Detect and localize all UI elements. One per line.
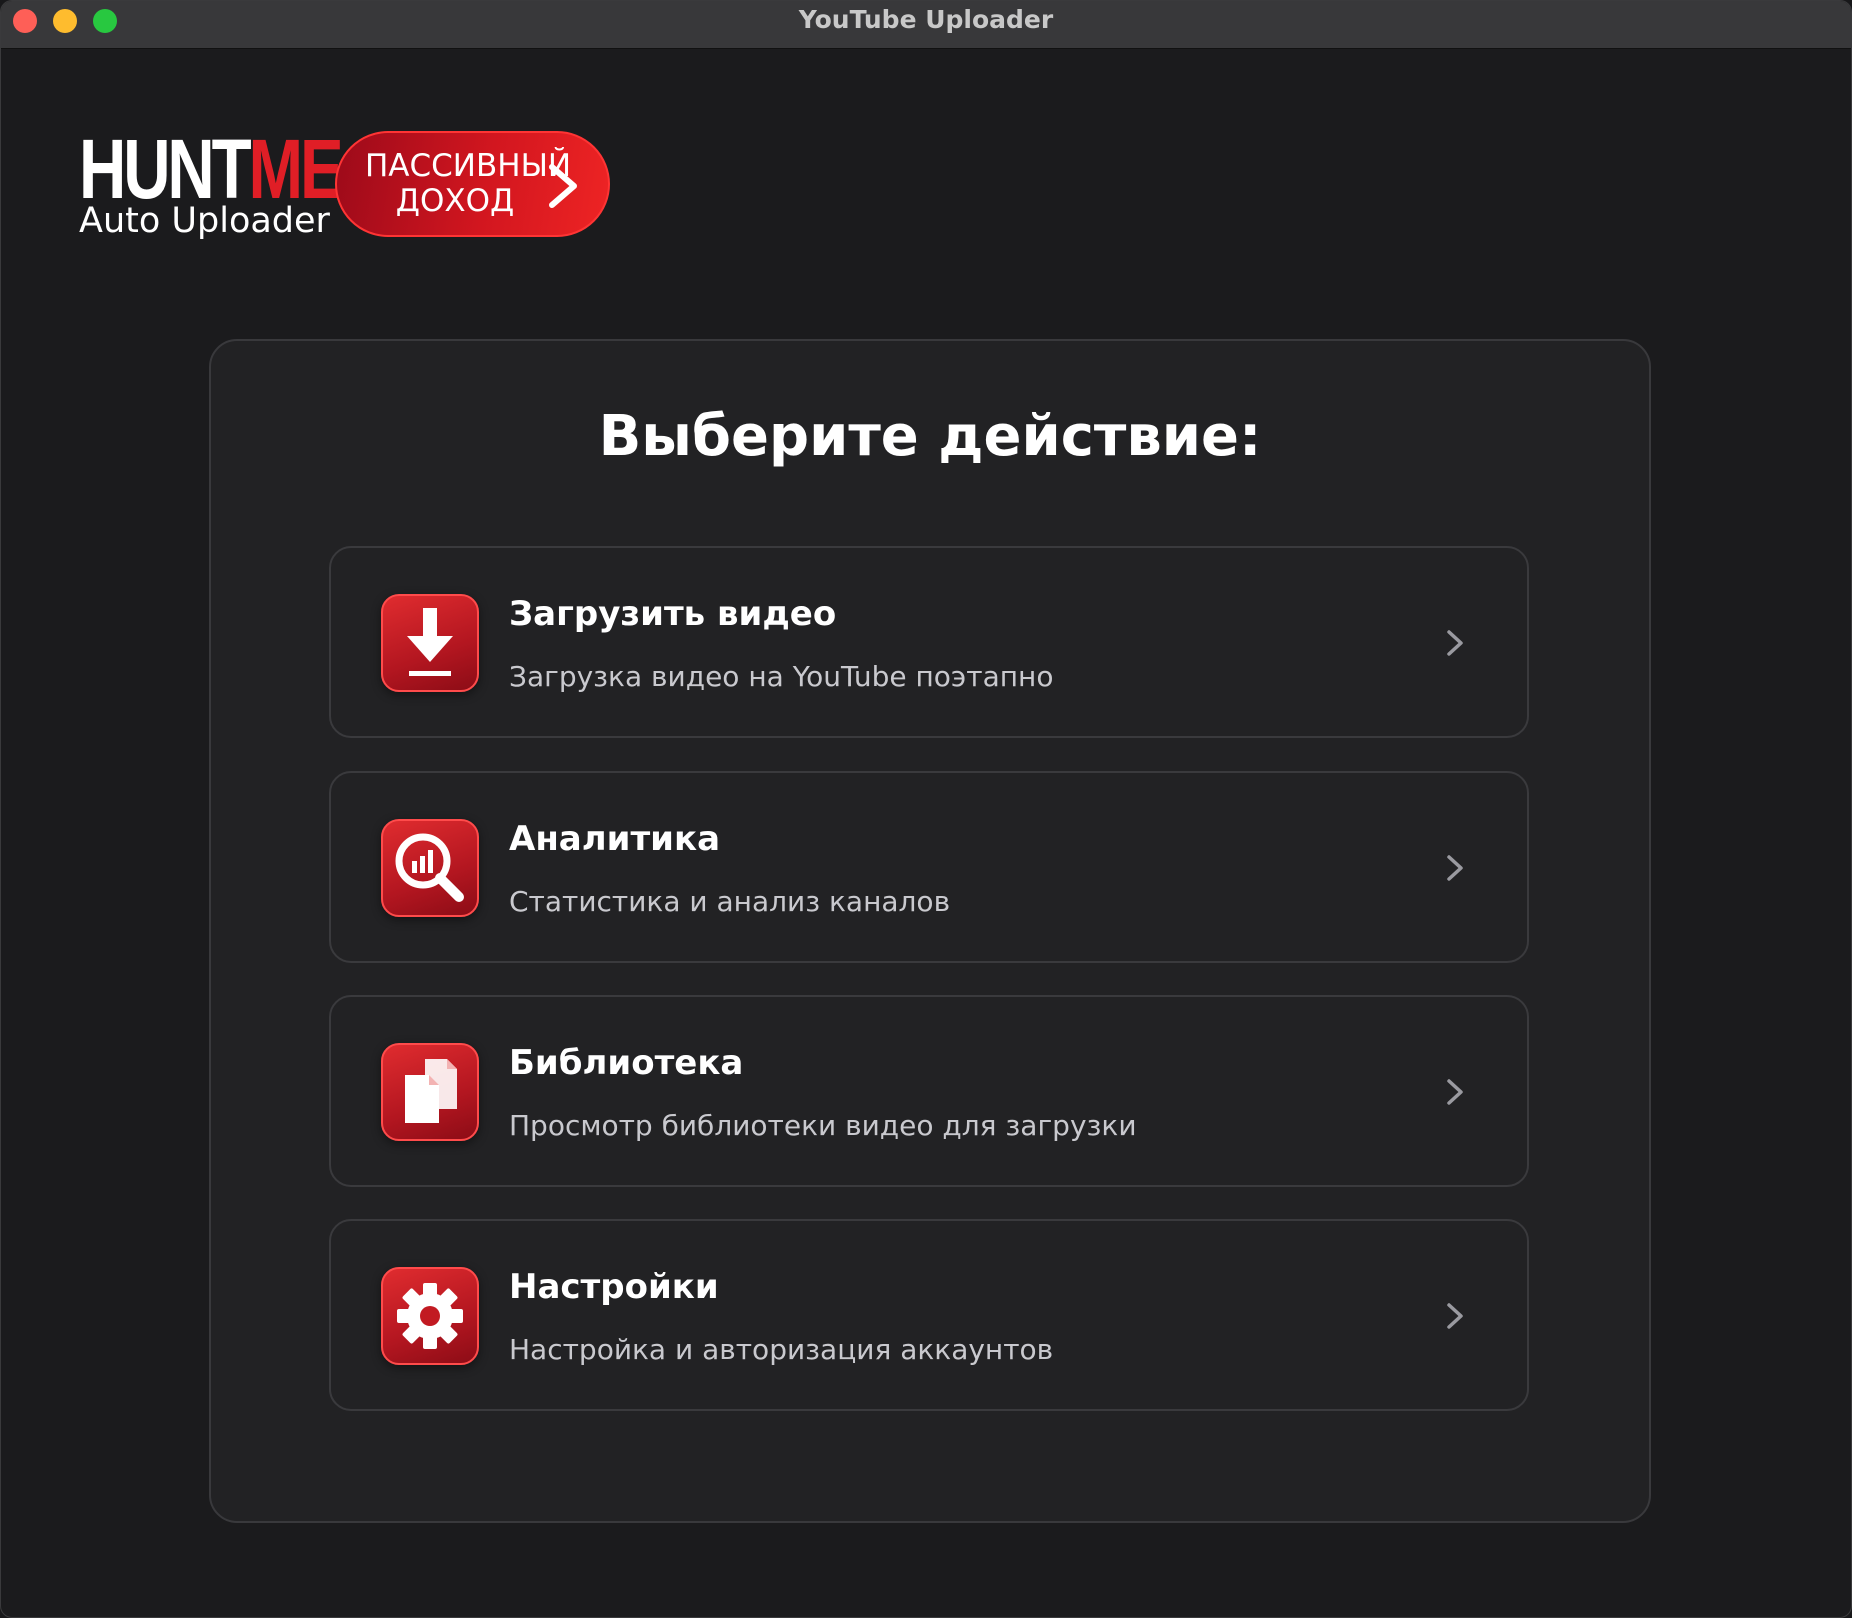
menu-item-upload-video[interactable]: Загрузить видео Загрузка видео на YouTub…: [329, 546, 1529, 738]
menu-item-title: Загрузить видео: [509, 594, 837, 634]
menu-item-settings[interactable]: Настройки Настройка и авторизация аккаун…: [329, 1219, 1529, 1411]
app-window: YouTube Uploader HUNTME Auto Uploader ПА…: [0, 0, 1852, 1618]
download-icon: [381, 594, 479, 692]
library-documents-icon: [381, 1043, 479, 1141]
brand-logo: HUNTME Auto Uploader: [79, 127, 344, 241]
chevron-right-icon: [1447, 1303, 1463, 1329]
menu-item-description: Просмотр библиотеки видео для загрузки: [509, 1109, 1137, 1142]
menu-item-title: Библиотека: [509, 1043, 744, 1083]
logo-wordmark: HUNTME: [79, 127, 344, 211]
window-title: YouTube Uploader: [798, 5, 1054, 34]
menu-item-description: Статистика и анализ каналов: [509, 885, 951, 918]
chevron-right-icon: [1447, 1079, 1463, 1105]
page-title: Выберите действие:: [598, 404, 1262, 469]
action-panel: Выберите действие: Загрузить видео Загру…: [209, 339, 1651, 1523]
promo-line-1: ПАССИВНЫЙ: [365, 148, 572, 184]
chevron-right-icon: [1447, 855, 1463, 881]
promo-line-2: ДОХОД: [395, 183, 515, 219]
chevron-right-icon: [549, 164, 577, 208]
gear-icon: [381, 1267, 479, 1365]
analytics-search-icon: [381, 819, 479, 917]
passive-income-button[interactable]: ПАССИВНЫЙ ДОХОД: [335, 131, 610, 237]
menu-item-title: Аналитика: [509, 819, 721, 859]
menu-item-description: Загрузка видео на YouTube поэтапно: [509, 660, 1054, 693]
title-bar: YouTube Uploader: [1, 1, 1851, 49]
menu-item-title: Настройки: [509, 1267, 719, 1307]
menu-item-library[interactable]: Библиотека Просмотр библиотеки видео для…: [329, 995, 1529, 1187]
passive-income-label: ПАССИВНЫЙ ДОХОД: [365, 148, 572, 219]
menu-item-description: Настройка и авторизация аккаунтов: [509, 1333, 1054, 1366]
chevron-right-icon: [1447, 630, 1463, 656]
logo-subtitle: Auto Uploader: [79, 201, 330, 241]
menu-item-analytics[interactable]: Аналитика Статистика и анализ каналов: [329, 771, 1529, 963]
